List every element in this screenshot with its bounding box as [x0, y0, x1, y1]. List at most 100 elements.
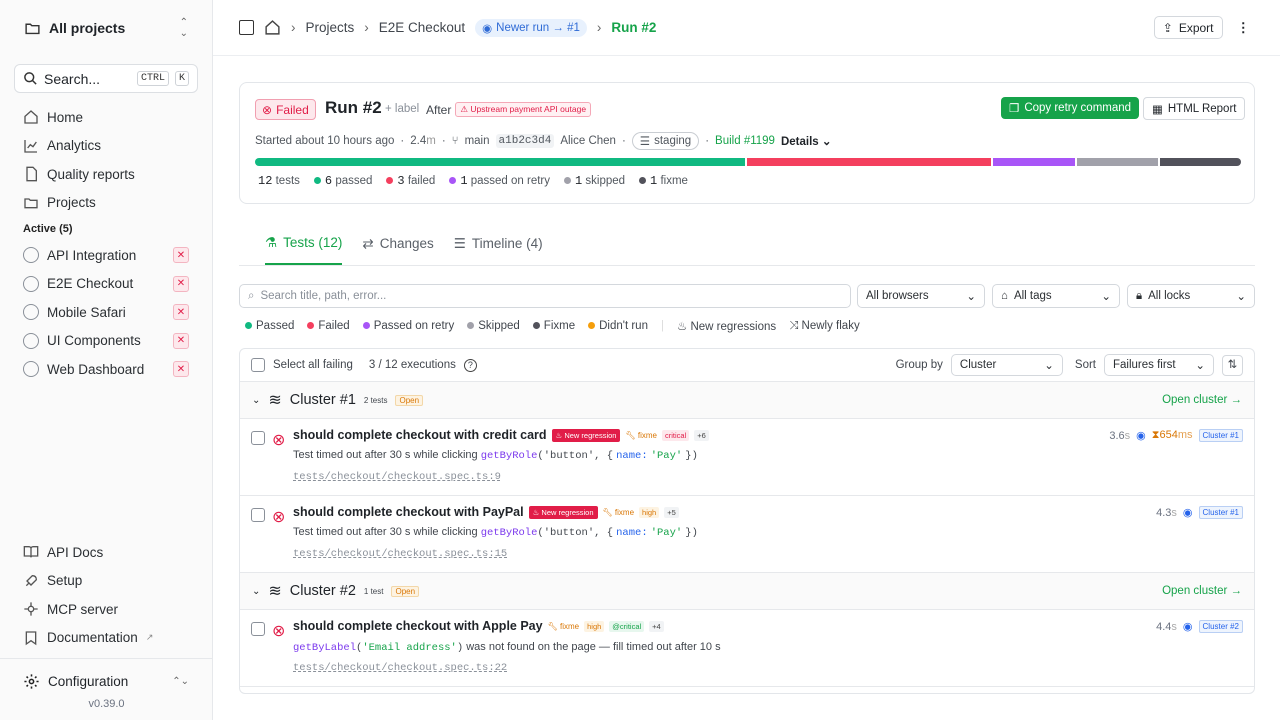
sidebar-toggle-icon[interactable] [239, 20, 254, 35]
run-summary-card: ⊗ Failed Run #2 + label After ⚠ Upstream p… [239, 82, 1255, 204]
project-item[interactable]: API Integration ✕ [0, 241, 212, 270]
cluster-badge[interactable]: Cluster #1 [1198, 506, 1243, 519]
group-by-select[interactable]: Cluster ⌄ [950, 354, 1063, 376]
cluster-header[interactable]: ⌄ ≋ Cluster #2 1 test Open Open cluster … [240, 573, 1254, 610]
upstream-tag[interactable]: ⚠ Upstream payment API outage [455, 102, 592, 117]
more-icon[interactable]: ⋮ [1233, 20, 1255, 36]
locks-select[interactable]: 🔒︎ All locks ⌄ [1127, 284, 1255, 308]
project-item[interactable]: Web Dashboard ✕ [0, 355, 212, 384]
sidebar-item-documentation[interactable]: Documentation ↗ [0, 624, 212, 653]
run-stats: 12 tests 6 passed 3 failed 1 passed on r… [258, 174, 688, 188]
build-link[interactable]: Build #1199 [715, 135, 775, 147]
stat-fixme[interactable]: 1 fixme [639, 174, 688, 188]
project-item[interactable]: E2E Checkout ✕ [0, 270, 212, 299]
dot-icon [313, 177, 321, 185]
stat-value: 12 [258, 174, 273, 188]
add-label-button[interactable]: + label [385, 103, 419, 115]
separator: · [705, 135, 710, 147]
select-all-checkbox[interactable] [251, 358, 265, 372]
row-checkbox[interactable] [251, 431, 265, 445]
badge-label: New regression [564, 430, 617, 440]
open-cluster-link[interactable]: Open cluster → [1162, 394, 1242, 406]
sort-direction-icon[interactable]: ⇅ [1222, 354, 1243, 376]
chart-icon [24, 139, 37, 153]
sidebar-item-mcp-server[interactable]: MCP server [0, 595, 212, 624]
project-switcher[interactable]: All projects ⌃ ⌄ [0, 0, 212, 56]
test-search-input[interactable]: ⌕ Search title, path, error... [239, 284, 851, 308]
row-checkbox[interactable] [251, 508, 265, 522]
test-path-link[interactable]: tests/checkout/checkout.spec.ts:22 [293, 662, 507, 674]
legend-fixme[interactable]: Fixme [532, 320, 575, 332]
legend-didnt-run[interactable]: Didn't run [588, 320, 648, 332]
newer-run-label: Newer run → #1 [496, 21, 580, 34]
duration: 4.3s [1156, 507, 1177, 519]
locator-fn: getByRole [480, 527, 538, 539]
sidebar-item-label: Setup [47, 573, 83, 589]
stat-retry[interactable]: 1 passed on retry [449, 174, 550, 188]
tab-changes[interactable]: ⇄ Changes [362, 222, 433, 265]
details-toggle[interactable]: Details ⌄ [781, 134, 832, 148]
test-row[interactable]: ⊗ should complete checkout with PayPal ♨… [240, 496, 1254, 573]
breadcrumb-run[interactable]: Run #2 [611, 20, 656, 35]
after-label: After [426, 102, 452, 117]
cluster-badge[interactable]: Cluster #2 [1198, 620, 1243, 633]
msg-text: was not found on the page — fill timed o… [466, 641, 721, 653]
project-item[interactable]: UI Components ✕ [0, 327, 212, 356]
html-report-button[interactable]: ▦ HTML Report [1143, 97, 1246, 120]
sidebar-item-setup[interactable]: Setup [0, 567, 212, 596]
test-row[interactable]: ⊗ should complete checkout with Apple Pa… [240, 610, 1254, 687]
legend-failed[interactable]: Failed [307, 320, 350, 332]
commit-hash[interactable]: a1b2c3d4 [495, 134, 555, 148]
more-tags[interactable]: +5 [664, 506, 679, 518]
legend-skipped[interactable]: Skipped [467, 320, 520, 332]
status-circle-icon [23, 275, 39, 292]
sort-select[interactable]: Failures first ⌄ [1104, 354, 1214, 376]
list-header: Select all failing 3 / 12 executions ? G… [240, 349, 1254, 382]
browsers-select[interactable]: All browsers ⌄ [857, 284, 985, 308]
stat-skipped[interactable]: 1 skipped [563, 174, 625, 188]
sidebar-item-projects[interactable]: Projects [0, 189, 212, 218]
more-tags[interactable]: +6 [694, 429, 709, 441]
test-path-link[interactable]: tests/checkout/checkout.spec.ts:9 [293, 471, 501, 483]
sidebar-item-home[interactable]: Home [0, 103, 212, 132]
row-checkbox[interactable] [251, 622, 265, 636]
tags-select[interactable]: ⌂ All tags ⌄ [992, 284, 1120, 308]
legend-retry[interactable]: Passed on retry [362, 320, 454, 332]
legend-new-regressions[interactable]: ♨ New regressions [677, 319, 776, 333]
project-item[interactable]: Mobile Safari ✕ [0, 298, 212, 327]
test-path-link[interactable]: tests/checkout/checkout.spec.ts:15 [293, 548, 507, 560]
sidebar-item-quality-reports[interactable]: Quality reports [0, 160, 212, 189]
sidebar-item-label: Analytics [47, 138, 102, 154]
project-name: UI Components [47, 333, 141, 349]
sidebar-item-api-docs[interactable]: API Docs [0, 538, 212, 567]
test-title[interactable]: should complete checkout with PayPal [293, 505, 524, 519]
section-active: Active (5) [23, 223, 73, 235]
copy-retry-button[interactable]: ❐ Copy retry command [1001, 97, 1140, 119]
tab-tests[interactable]: ⚗ Tests (12) [265, 222, 343, 265]
export-label: Export [1178, 20, 1214, 35]
export-button[interactable]: ⇪ Export [1153, 16, 1223, 39]
help-icon[interactable]: ? [463, 358, 477, 372]
breadcrumb-project[interactable]: E2E Checkout [379, 20, 465, 35]
breadcrumb-projects[interactable]: Projects [306, 20, 355, 35]
test-title[interactable]: should complete checkout with Apple Pay [293, 619, 543, 633]
open-cluster-link[interactable]: Open cluster → [1162, 585, 1242, 597]
search-input[interactable]: Search... CTRL K [14, 64, 198, 93]
home-icon[interactable] [264, 19, 281, 36]
tab-timeline[interactable]: ☰ Timeline (4) [454, 222, 543, 265]
configuration-button[interactable]: Configuration ⌃⌄ [0, 659, 212, 703]
legend-passed[interactable]: Passed [245, 320, 294, 332]
sidebar-item-analytics[interactable]: Analytics [0, 132, 212, 161]
stat-failed[interactable]: 3 failed [386, 174, 435, 188]
select-value: All locks [1148, 290, 1191, 302]
test-title[interactable]: should complete checkout with credit car… [293, 428, 547, 442]
cluster-badge[interactable]: Cluster #1 [1198, 429, 1243, 442]
stat-passed[interactable]: 6 passed [313, 174, 372, 188]
newer-run-pill[interactable]: ◉ Newer run → #1 [475, 18, 587, 37]
test-row[interactable]: ⊗ should complete checkout with credit c… [240, 419, 1254, 496]
more-tags[interactable]: +4 [649, 620, 664, 632]
kbd-ctrl: CTRL [136, 71, 169, 86]
test-title-line: should complete checkout with Apple Pay … [293, 619, 664, 633]
cluster-header[interactable]: ⌄ ≋ Cluster #1 2 tests Open Open cluster… [240, 382, 1254, 419]
legend-newly-flaky[interactable]: ⤨ Newly flaky [789, 320, 860, 333]
